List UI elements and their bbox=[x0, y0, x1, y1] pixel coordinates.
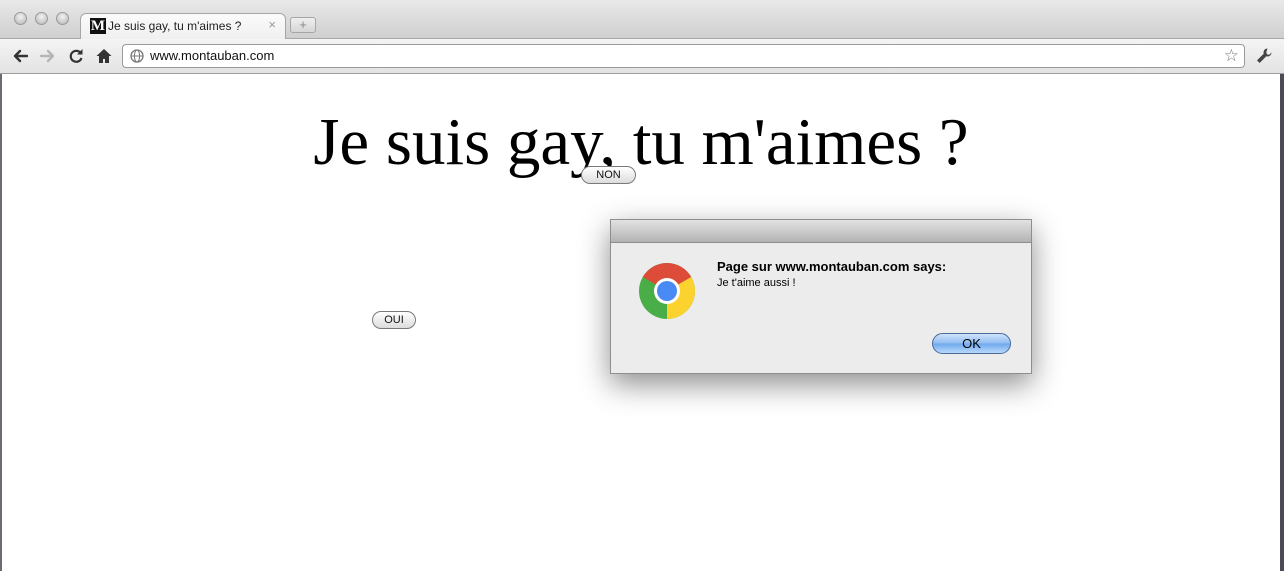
address-text: www.montauban.com bbox=[150, 48, 275, 63]
globe-icon bbox=[130, 49, 144, 63]
alert-dialog: Page sur www.montauban.com says: Je t'ai… bbox=[610, 219, 1032, 374]
non-button[interactable]: NON bbox=[581, 166, 636, 184]
home-icon[interactable] bbox=[95, 47, 113, 65]
chrome-logo-icon bbox=[639, 262, 696, 319]
dialog-heading: Page sur www.montauban.com says: bbox=[717, 259, 947, 274]
oui-button[interactable]: OUI bbox=[372, 311, 416, 329]
browser-window: M Je suis gay, tu m'aimes ? × + www.mont… bbox=[0, 0, 1284, 571]
new-tab-button[interactable]: + bbox=[290, 17, 316, 33]
back-arrow-icon[interactable] bbox=[11, 47, 29, 65]
wrench-icon[interactable] bbox=[1255, 47, 1273, 65]
dialog-titlebar[interactable] bbox=[611, 220, 1031, 243]
window-edge-right bbox=[1280, 74, 1284, 571]
browser-toolbar: www.montauban.com ☆ bbox=[0, 39, 1284, 74]
tab-active[interactable]: M Je suis gay, tu m'aimes ? × bbox=[80, 13, 286, 39]
ok-button[interactable]: OK bbox=[932, 333, 1011, 354]
address-bar[interactable]: www.montauban.com ☆ bbox=[122, 44, 1245, 68]
close-window-button[interactable] bbox=[14, 12, 27, 25]
forward-arrow-icon[interactable] bbox=[39, 47, 57, 65]
star-icon[interactable]: ☆ bbox=[1224, 46, 1239, 66]
reload-icon[interactable] bbox=[67, 47, 85, 65]
tab-title: Je suis gay, tu m'aimes ? bbox=[108, 19, 242, 33]
page-title: Je suis gay, tu m'aimes ? bbox=[313, 105, 969, 179]
zoom-window-button[interactable] bbox=[56, 12, 69, 25]
minimize-window-button[interactable] bbox=[35, 12, 48, 25]
tab-close-icon[interactable]: × bbox=[268, 18, 276, 32]
favicon-icon: M bbox=[90, 18, 106, 34]
dialog-message: Je t'aime aussi ! bbox=[717, 277, 796, 289]
tab-strip: M Je suis gay, tu m'aimes ? × + bbox=[0, 0, 1284, 39]
